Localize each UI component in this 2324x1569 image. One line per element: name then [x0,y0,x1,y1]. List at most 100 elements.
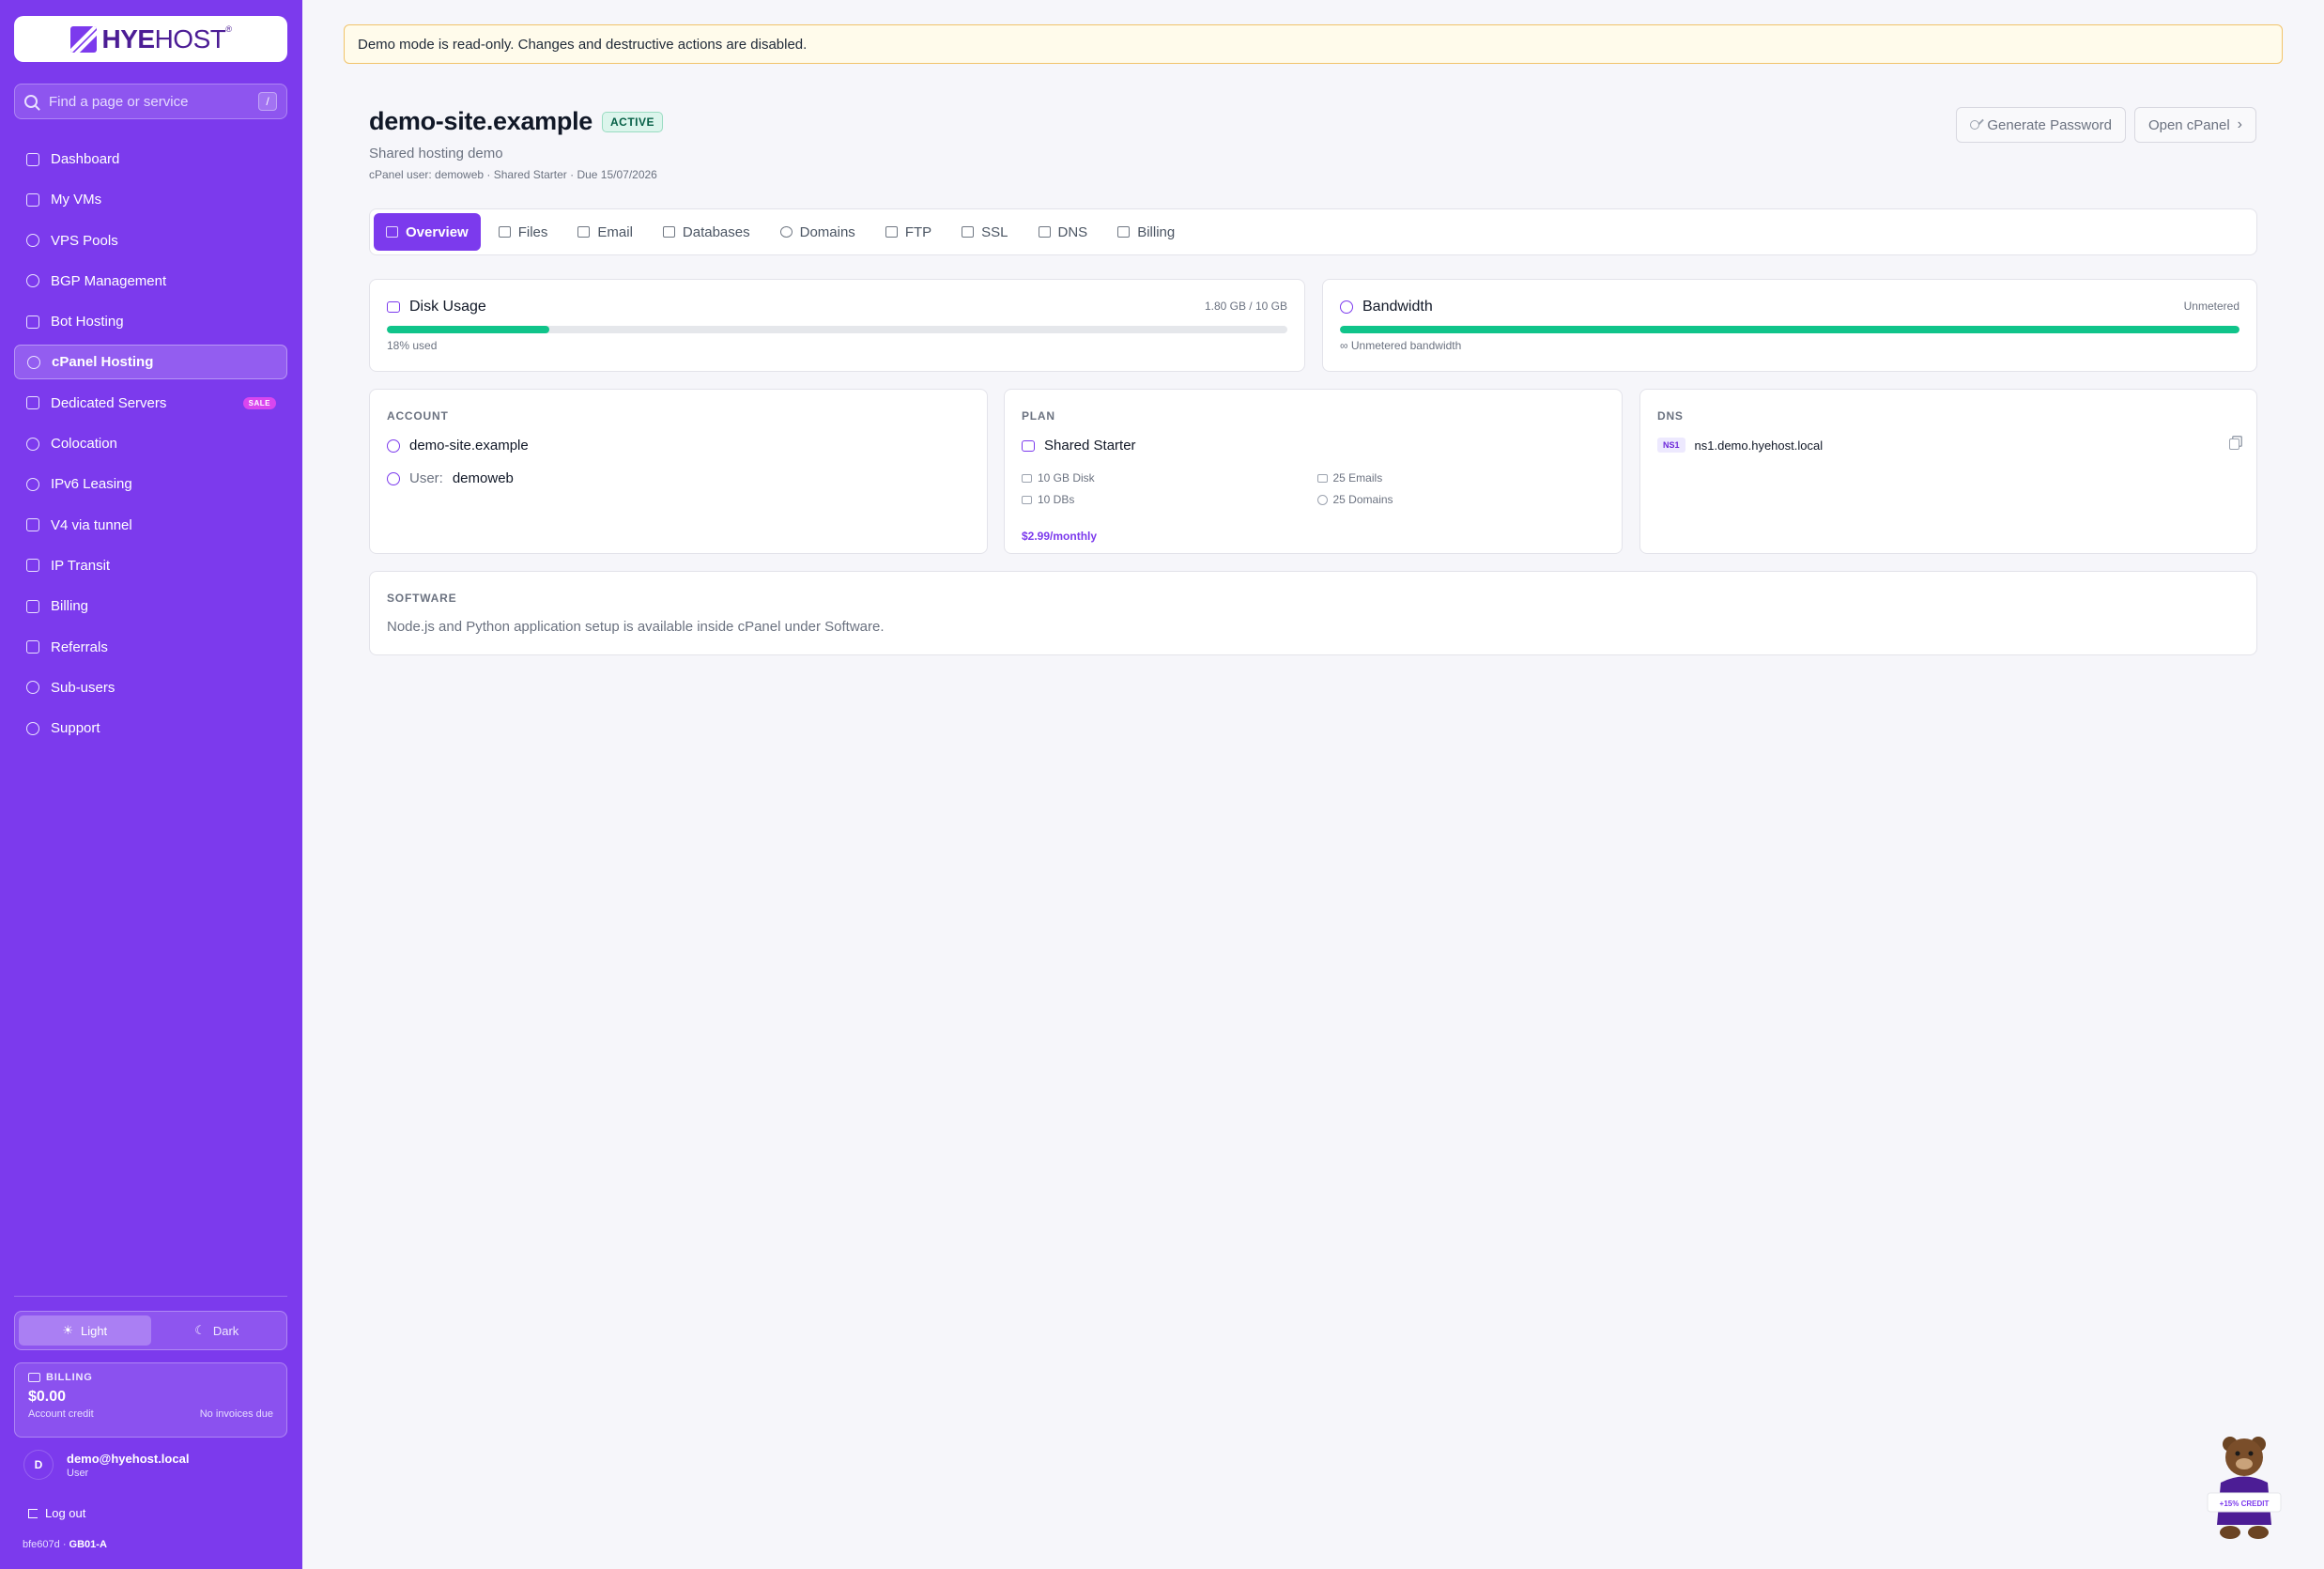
account-domain: demo-site.example [409,438,529,454]
plan-feature-text: 25 Emails [1332,471,1383,485]
server-icon [26,192,39,207]
brand-logo[interactable]: HYEHOST® [14,16,287,62]
sidebar-item-dedicated-servers[interactable]: Dedicated Servers SALE [14,386,287,421]
search-box[interactable]: / [14,84,287,119]
billing-summary[interactable]: BILLING $0.00 Account credit No invoices … [14,1362,287,1438]
logout-link[interactable]: Log out [28,1506,85,1520]
build-region: GB01-A [69,1539,107,1550]
sidebar-item-vps-pools[interactable]: VPS Pools [14,223,287,258]
sidebar-item-ipv6-leasing[interactable]: IPv6 Leasing [14,467,287,501]
hard-drive-icon [387,301,400,313]
tab-dns[interactable]: DNS [1026,213,1100,251]
bandwidth-bar-fill [1340,326,2239,333]
tab-ftp[interactable]: FTP [873,213,944,251]
server-icon [386,226,398,238]
generate-password-button[interactable]: Generate Password [1956,107,2126,143]
headset-icon [26,721,39,735]
sidebar-item-label: IP Transit [51,557,111,574]
plan-features: 10 GB Disk 25 Emails 10 DBs 25 Domains [1022,471,1612,506]
plan-feature: 25 Emails [1316,471,1613,485]
billing-heading: BILLING [46,1372,93,1383]
page-subtitle: Shared hosting demo [369,146,503,162]
user-profile[interactable]: D demo@hyehost.local User [23,1450,189,1480]
page-header: demo-site.example ACTIVE Shared hosting … [369,107,664,181]
mail-icon [577,226,591,238]
theme-dark-label: Dark [212,1323,239,1338]
dns-card: DNS NS1 ns1.demo.hyehost.local [1639,389,2257,554]
sidebar-item-label: Bot Hosting [51,314,124,331]
sidebar-item-label: BGP Management [51,272,167,289]
lock-icon [962,226,975,238]
transit-icon [26,559,39,573]
sidebar-item-bgp-management[interactable]: BGP Management [14,264,287,299]
search-input[interactable] [49,93,258,110]
sidebar-item-dashboard[interactable]: Dashboard [14,142,287,177]
bandwidth-bar [1340,326,2239,333]
tab-domains[interactable]: Domains [768,213,868,251]
sidebar-item-bot-hosting[interactable]: Bot Hosting [14,304,287,339]
sidebar-item-sub-users[interactable]: Sub-users [14,670,287,705]
account-user: demoweb [452,470,514,486]
demo-mode-banner: Demo mode is read-only. Changes and dest… [344,24,2283,64]
globe-icon [387,438,400,453]
sidebar-item-label: V4 via tunnel [51,516,132,533]
tab-email[interactable]: Email [565,213,645,251]
plan-price: $2.99/monthly [1022,530,1098,543]
page-meta: cPanel user: demoweb · Shared Starter · … [369,168,657,181]
disk-usage-title: Disk Usage [409,299,486,315]
sidebar-item-billing[interactable]: Billing [14,589,287,623]
broadcast-icon [26,274,39,288]
account-card: ACCOUNT demo-site.example User: demoweb [369,389,988,554]
sidebar-item-my-vms[interactable]: My VMs [14,182,287,217]
users-icon [26,681,39,695]
disk-usage-card: Disk Usage 1.80 GB / 10 GB 18% used [369,279,1305,372]
copy-icon[interactable] [2229,438,2239,450]
globe-icon [1316,494,1328,505]
disk-usage-bar [387,326,1287,333]
logo-mark-icon [69,25,97,53]
server-icon [26,396,39,410]
plan-feature-text: 10 DBs [1038,493,1075,506]
tab-files[interactable]: Files [486,213,561,251]
software-text: Node.js and Python application setup is … [387,619,885,635]
open-cpanel-button[interactable]: Open cPanel › [2133,107,2256,143]
sidebar-nav: Dashboard My VMs VPS Pools BGP Managemen… [14,142,287,751]
moon-icon: ☾ [194,1323,206,1337]
plan-feature: 25 Domains [1316,493,1613,506]
mascot-promo-icon[interactable]: +15% CREDIT [2202,1431,2286,1544]
promo-label: +15% CREDIT [2220,1500,2270,1508]
tab-billing[interactable]: Billing [1105,213,1187,251]
key-icon [1970,120,1980,130]
sidebar-item-ip-transit[interactable]: IP Transit [14,548,287,583]
sidebar-item-support[interactable]: Support [14,711,287,746]
sidebar-item-cpanel-hosting[interactable]: cPanel Hosting [14,345,287,380]
sidebar-item-label: Colocation [51,436,117,453]
bandwidth-title: Bandwidth [1362,299,1433,315]
sidebar-item-colocation[interactable]: Colocation [14,426,287,461]
cluster-icon [26,234,39,248]
tab-label: Files [517,223,548,240]
plan-feature: 10 DBs [1022,493,1317,506]
tab-databases[interactable]: Databases [651,213,762,251]
theme-dark-button[interactable]: ☾ Dark [151,1315,284,1346]
tab-label: SSL [981,223,1008,240]
theme-light-button[interactable]: ☀ Light [19,1315,151,1346]
dns-section-label: DNS [1657,409,1684,423]
tab-label: DNS [1057,223,1088,240]
sidebar-item-label: IPv6 Leasing [51,476,132,493]
brand-name-bold: HYE [101,23,156,54]
open-cpanel-label: Open cPanel [2147,116,2230,133]
tab-overview[interactable]: Overview [374,213,481,251]
sidebar-item-v4-via-tunnel[interactable]: V4 via tunnel [14,508,287,543]
ns-badge: NS1 [1657,438,1685,453]
tab-ssl[interactable]: SSL [949,213,1020,251]
database-icon [662,226,675,238]
tab-bar: Overview Files Email Databases Domains F… [369,208,2257,255]
sidebar-item-label: Billing [51,598,89,615]
build-separator: · [59,1539,69,1550]
header-actions: Generate Password Open cPanel › [1956,107,2256,143]
sidebar-item-referrals[interactable]: Referrals [14,630,287,665]
network-icon [26,477,39,491]
sale-badge: SALE [242,396,276,409]
plan-section-label: PLAN [1022,409,1055,423]
